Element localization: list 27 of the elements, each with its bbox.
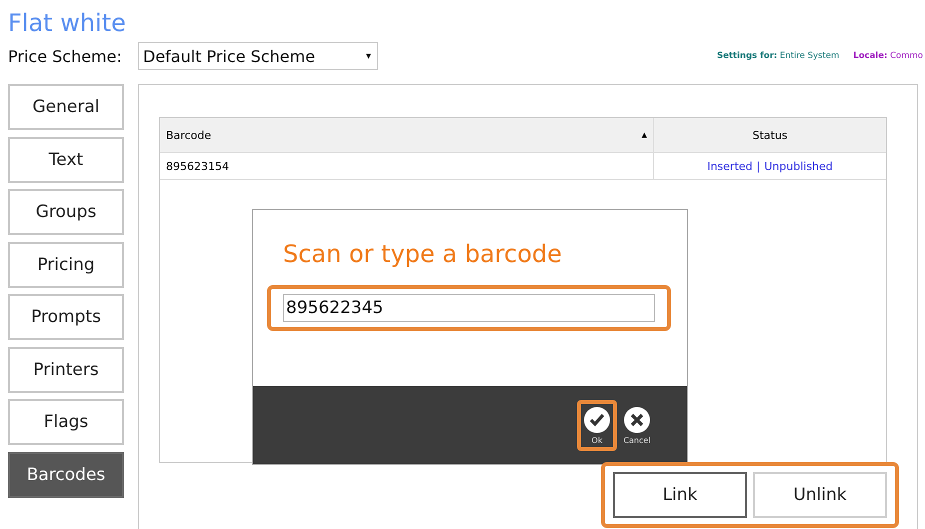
status-link[interactable]: Inserted (707, 160, 753, 172)
check-icon (583, 406, 611, 434)
status-link[interactable]: Unpublished (764, 160, 833, 172)
table-cell: 895623154 (160, 153, 654, 179)
page-title: Flat white (7, 8, 127, 38)
sidebar-tab[interactable]: Prompts (8, 294, 124, 340)
column-header[interactable]: Status (654, 118, 886, 152)
separator: | (756, 160, 760, 172)
sidebar-tab[interactable]: Pricing (8, 242, 124, 288)
field-label: Price Scheme: (8, 46, 123, 66)
sidebar-tab[interactable]: Barcodes (8, 452, 124, 498)
close-icon (623, 406, 651, 434)
settings-scope-text: Settings for: Entire System (716, 51, 840, 61)
sidebar-tab[interactable]: General (8, 84, 124, 130)
caret-icon: ▾ (366, 50, 371, 62)
ok-button[interactable]: Ok (583, 406, 611, 444)
sidebar-tab[interactable]: Printers (8, 346, 124, 392)
sidebar-tab[interactable]: Groups (8, 189, 124, 235)
sidebar-tab[interactable]: Text (8, 136, 124, 182)
barcode-input[interactable]: 895622345 (283, 294, 655, 322)
locale-text: Locale: Commo (853, 51, 923, 61)
sidebar-tab[interactable]: Flags (8, 399, 124, 445)
dialog-title: Scan or type a barcode (283, 240, 563, 268)
price-scheme-dropdown[interactable]: Default Price Scheme ▾ (138, 42, 378, 70)
action-button[interactable]: Link (613, 472, 747, 518)
cancel-button[interactable]: Cancel (623, 406, 651, 444)
action-button[interactable]: Unlink (753, 472, 887, 518)
